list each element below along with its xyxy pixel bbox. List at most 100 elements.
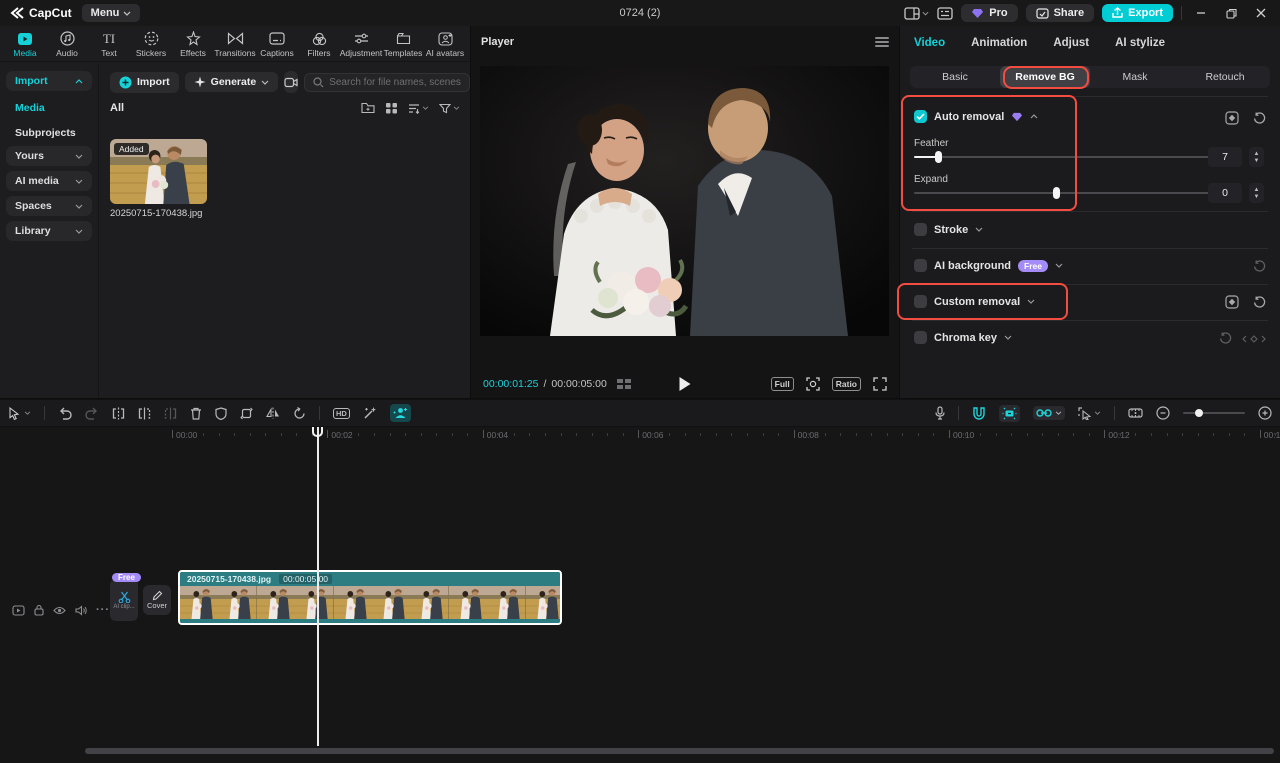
lock-track-icon[interactable]	[34, 604, 44, 616]
ribbon-tab-effects[interactable]: Effects	[172, 29, 214, 58]
generate-button[interactable]: Generate	[185, 72, 279, 92]
keyframe-icon[interactable]	[1225, 111, 1239, 125]
ai-background-checkbox[interactable]	[914, 259, 927, 272]
chevron-down-icon[interactable]	[1004, 335, 1012, 340]
sidebar-item-yours[interactable]: Yours	[6, 146, 92, 166]
subtab-remove-bg[interactable]: Remove BG	[1000, 66, 1090, 88]
timeline-ruler[interactable]: 00:0000:0200:0400:0600:0800:1000:1200:14	[0, 427, 1280, 445]
zoom-out-icon[interactable]	[1156, 406, 1170, 420]
mirror-icon[interactable]	[266, 407, 280, 419]
media-search[interactable]	[304, 73, 470, 92]
ribbon-tab-audio[interactable]: Audio	[46, 29, 88, 58]
video-preview[interactable]	[480, 66, 889, 336]
share-button[interactable]: Share	[1026, 4, 1095, 22]
select-mode-icon[interactable]	[1078, 407, 1101, 420]
hide-track-icon[interactable]	[53, 606, 66, 615]
reset-icon[interactable]	[1219, 332, 1232, 345]
menu-button[interactable]: Menu	[82, 4, 141, 22]
remove-bg-tool-icon[interactable]	[390, 404, 411, 422]
rotate-icon[interactable]	[293, 407, 306, 420]
chevron-down-icon[interactable]	[1055, 263, 1063, 268]
sidebar-item-library[interactable]: Library	[6, 221, 92, 241]
reset-icon[interactable]	[1253, 112, 1266, 125]
new-folder-icon[interactable]	[361, 102, 375, 114]
export-button[interactable]: Export	[1102, 4, 1173, 22]
mute-track-icon[interactable]	[75, 605, 87, 616]
preview-quality-icon[interactable]	[806, 377, 820, 391]
delete-left-icon[interactable]	[138, 407, 151, 420]
crop-icon[interactable]	[240, 407, 253, 420]
expand-value[interactable]: 0	[1208, 183, 1242, 203]
filter-icon[interactable]	[439, 103, 460, 114]
media-thumbnail[interactable]: Added	[110, 139, 207, 204]
sidebar-item-spaces[interactable]: Spaces	[6, 196, 92, 216]
magnet-snap-icon[interactable]	[972, 407, 986, 420]
auto-preview-icon[interactable]	[999, 405, 1020, 422]
delete-right-icon[interactable]	[164, 407, 177, 420]
split-icon[interactable]	[112, 407, 125, 420]
pro-button[interactable]: Pro	[961, 4, 1017, 22]
auto-removal-checkbox[interactable]	[914, 110, 927, 123]
preview-axis-icon[interactable]	[1128, 407, 1143, 419]
chevron-down-icon[interactable]	[975, 227, 983, 232]
close-button[interactable]	[1250, 4, 1272, 22]
undo-icon[interactable]	[58, 407, 72, 420]
tab-adjust[interactable]: Adjust	[1053, 37, 1089, 49]
tab-animation[interactable]: Animation	[971, 37, 1027, 49]
ai-clip-button[interactable]: AI clip...	[110, 579, 138, 621]
ribbon-tab-media[interactable]: Media	[4, 29, 46, 58]
playhead[interactable]	[317, 427, 319, 746]
keyframe-prev-icon[interactable]	[1242, 335, 1266, 343]
sidebar-item-media[interactable]: Media	[6, 96, 92, 121]
sidebar-item-subprojects[interactable]: Subprojects	[6, 121, 92, 146]
tab-video[interactable]: Video	[914, 37, 945, 49]
frame-view-icon[interactable]	[616, 378, 632, 390]
redo-icon[interactable]	[85, 407, 99, 420]
player-menu-icon[interactable]	[875, 35, 889, 49]
search-input[interactable]	[329, 77, 461, 88]
zoom-in-icon[interactable]	[1258, 406, 1272, 420]
sidebar-item-ai-media[interactable]: AI media	[6, 171, 92, 191]
ribbon-tab-adjustment[interactable]: Adjustment	[340, 29, 382, 58]
ribbon-tab-templates[interactable]: Templates	[382, 29, 424, 58]
trash-icon[interactable]	[190, 407, 202, 420]
custom-removal-checkbox[interactable]	[914, 295, 927, 308]
chroma-key-checkbox[interactable]	[914, 331, 927, 344]
link-icon[interactable]	[1033, 406, 1065, 420]
stroke-checkbox[interactable]	[914, 223, 927, 236]
fullscreen-icon[interactable]	[873, 377, 887, 391]
hd-icon[interactable]: HD	[333, 408, 350, 419]
keyboard-icon[interactable]	[937, 7, 953, 20]
ribbon-tab-captions[interactable]: Captions	[256, 29, 298, 58]
timeline-clip[interactable]: 20250715-170438.jpg 00:00:05:00	[178, 570, 562, 625]
subtab-retouch[interactable]: Retouch	[1180, 66, 1270, 88]
ribbon-tab-filters[interactable]: Filters	[298, 29, 340, 58]
subtab-mask[interactable]: Mask	[1090, 66, 1180, 88]
feather-stepper[interactable]: ▲▼	[1249, 147, 1264, 167]
reset-icon[interactable]	[1253, 296, 1266, 309]
sort-icon[interactable]	[408, 103, 429, 114]
ribbon-tab-text[interactable]: TI Text	[88, 29, 130, 58]
restore-button[interactable]	[1220, 4, 1242, 22]
import-button[interactable]: Import	[110, 72, 179, 93]
track-more-icon[interactable]: ···	[96, 604, 110, 616]
chevron-down-icon[interactable]	[1027, 299, 1035, 304]
chevron-up-icon[interactable]	[1030, 114, 1038, 119]
record-button[interactable]	[284, 71, 298, 93]
feather-slider[interactable]	[914, 151, 1210, 163]
grid-view-icon[interactable]	[385, 102, 398, 114]
cover-button[interactable]: Cover	[143, 585, 171, 615]
mask-icon[interactable]	[215, 407, 227, 420]
horizontal-scrollbar[interactable]	[85, 748, 1274, 754]
playhead-handle[interactable]	[312, 427, 323, 437]
ribbon-tab-ai-avatars[interactable]: AI avatars	[424, 29, 466, 58]
select-tool[interactable]	[8, 407, 31, 420]
expand-slider[interactable]	[914, 187, 1210, 199]
layout-icon[interactable]	[904, 7, 929, 20]
minimize-button[interactable]	[1190, 4, 1212, 22]
ribbon-tab-stickers[interactable]: Stickers	[130, 29, 172, 58]
ribbon-tab-transitions[interactable]: Transitions	[214, 29, 256, 58]
reset-icon[interactable]	[1253, 260, 1266, 273]
keyframe-icon[interactable]	[1225, 295, 1239, 309]
sidebar-item-import[interactable]: Import	[6, 71, 92, 91]
